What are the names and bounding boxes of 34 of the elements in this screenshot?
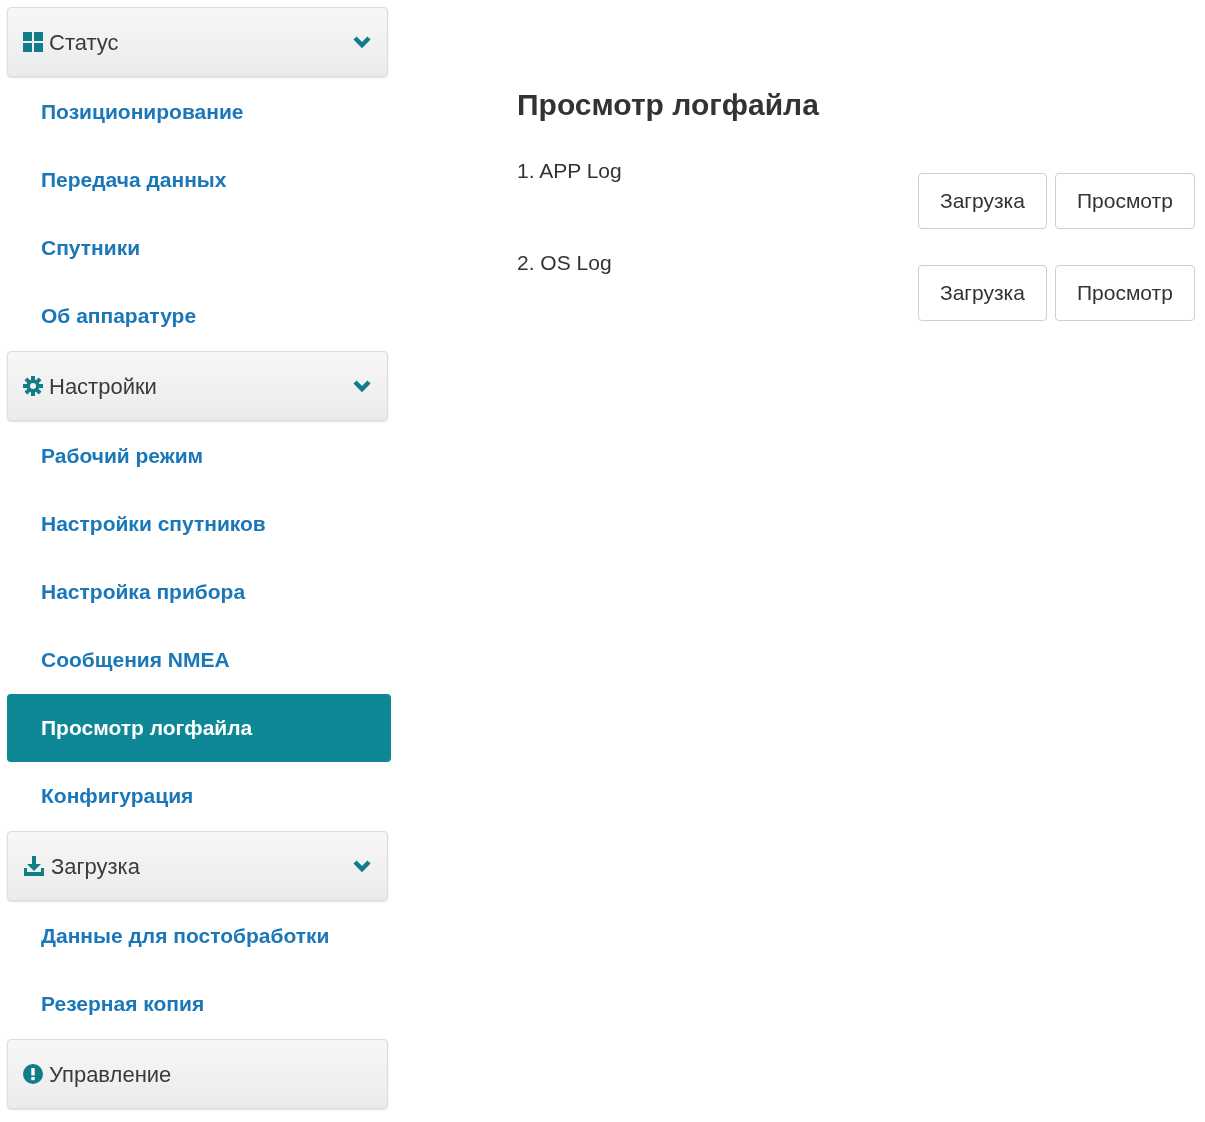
- page-heading: Просмотр логфайла: [517, 87, 820, 123]
- grid-icon: [23, 32, 43, 52]
- download-button[interactable]: Загрузка: [918, 173, 1047, 229]
- section-title: Загрузка: [51, 852, 141, 881]
- section-title: Статус: [49, 28, 120, 57]
- download-icon: [23, 856, 45, 876]
- log-label: 2. OS Log: [517, 250, 613, 276]
- nav-link[interactable]: Данные для постобработки: [7, 902, 391, 970]
- nav-link[interactable]: Об аппаратуре: [7, 282, 391, 350]
- settings-icon: [23, 376, 43, 396]
- view-button[interactable]: Просмотр: [1054, 173, 1195, 229]
- log-label: 1. APP Log: [517, 158, 623, 184]
- chevron-down-icon: [352, 379, 372, 393]
- section-title: Управление: [49, 1060, 173, 1089]
- info-icon: [23, 1064, 43, 1084]
- download-button[interactable]: Загрузка: [918, 265, 1047, 321]
- nav-link[interactable]: Настройки спутников: [7, 490, 391, 558]
- nav-link[interactable]: Позиционирование: [7, 78, 391, 146]
- nav-link[interactable]: Конфигурация: [7, 762, 391, 830]
- section-header[interactable]: Настройки: [7, 351, 388, 421]
- section-header[interactable]: Загрузка: [7, 831, 388, 901]
- section-header[interactable]: Статус: [7, 7, 388, 77]
- chevron-down-icon: [352, 35, 372, 49]
- view-button[interactable]: Просмотр: [1054, 265, 1195, 321]
- nav-link[interactable]: Рабочий режим: [7, 422, 391, 490]
- section-title: Настройки: [49, 372, 158, 401]
- nav-link[interactable]: Сообщения NMEA: [7, 626, 391, 694]
- chevron-down-icon: [352, 859, 372, 873]
- nav-link[interactable]: Резерная копия: [7, 970, 391, 1038]
- nav-link[interactable]: Спутники: [7, 214, 391, 282]
- nav-link[interactable]: Настройка прибора: [7, 558, 391, 626]
- nav-link[interactable]: Просмотр логфайла: [7, 694, 391, 762]
- nav-link[interactable]: Передача данных: [7, 146, 391, 214]
- section-header[interactable]: Управление: [7, 1039, 388, 1109]
